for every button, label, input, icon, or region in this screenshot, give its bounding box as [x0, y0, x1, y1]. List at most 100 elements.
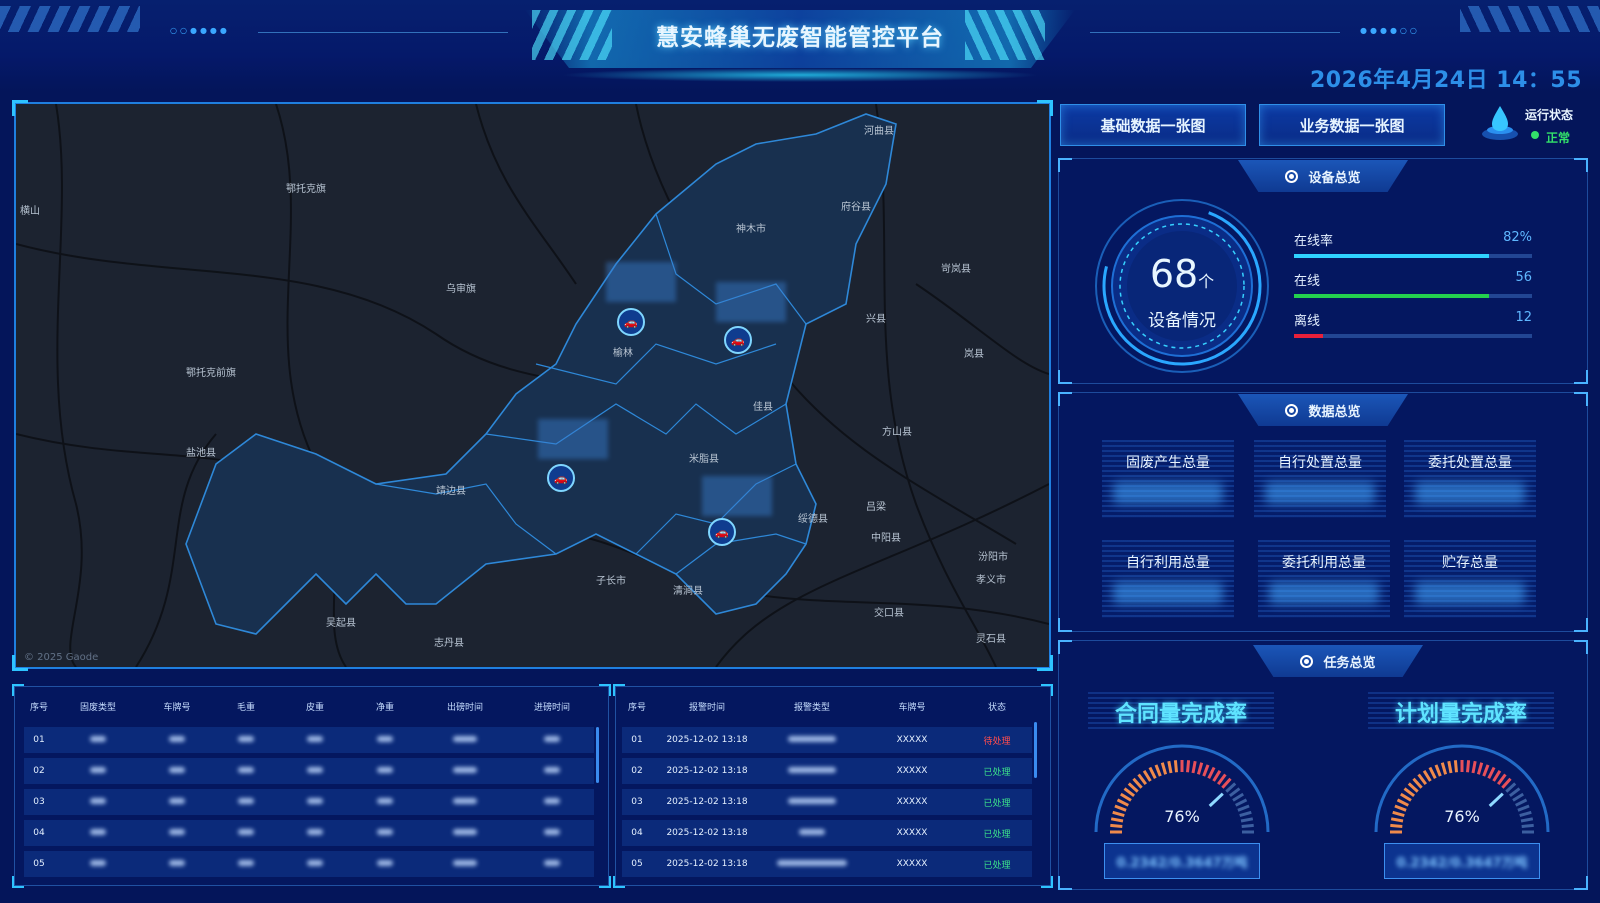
table-cell — [350, 797, 420, 807]
page-title: 慧安蜂巢无废智能管控平台 — [656, 25, 944, 51]
table-cell — [510, 828, 594, 838]
plate-number: XXXXX — [896, 797, 928, 807]
table-row[interactable]: 02 2025-12-02 13:18 XXXXX 已处理 — [622, 758, 1032, 784]
map-label: 横山 — [20, 204, 40, 217]
gauge-tick — [1412, 777, 1423, 789]
tab-device-overview[interactable]: 设备总览 — [1238, 160, 1408, 192]
plate-number: XXXXX — [896, 766, 928, 776]
gauge-tick — [1154, 764, 1162, 777]
map-label: 吕梁 — [866, 500, 886, 513]
column-header[interactable]: 报警时间 — [652, 700, 762, 713]
gauge-tick — [1505, 782, 1517, 793]
table-cell — [280, 735, 350, 745]
column-header[interactable]: 车牌号 — [862, 700, 962, 713]
business-data-map-button[interactable]: 业务数据一张图 — [1259, 104, 1445, 146]
gauge-tick — [1137, 773, 1147, 785]
table-cell — [350, 859, 420, 869]
column-header[interactable]: 进磅时间 — [510, 700, 594, 713]
plan-gauge-value: 76% — [1444, 807, 1480, 826]
data-stat-label: 委托处置总量 — [1428, 455, 1512, 471]
map-label: 清涧县 — [673, 584, 703, 597]
gauge-tick — [1196, 762, 1204, 775]
map-label: 交口县 — [874, 606, 904, 619]
table-cell — [54, 828, 142, 838]
status-badge: 已处理 — [983, 860, 1011, 871]
tab-data-overview-label: 数据总览 — [1308, 404, 1361, 420]
tab-data-overview[interactable]: 数据总览 — [1238, 394, 1408, 426]
table-row[interactable]: 03 2025-12-02 13:18 XXXXX 已处理 — [622, 789, 1032, 815]
data-stat-label: 自行利用总量 — [1126, 555, 1210, 571]
gauge-tick — [1191, 760, 1197, 774]
table-row[interactable]: 04 — [24, 820, 594, 846]
map-label: 绥德县 — [798, 512, 828, 525]
map-panel[interactable]: 鄂托克旗 乌审旗 鄂托克前旗 盐池县 靖边县 横山 子长市 吴起县 志丹县 神木市 府谷县 榆林 佳县米… — [14, 102, 1051, 669]
weighing-table-scrollbar[interactable] — [596, 727, 599, 783]
panel-corner — [599, 876, 611, 888]
gauge-tick — [1114, 804, 1127, 812]
data-stat-label: 贮存总量 — [1442, 555, 1498, 571]
gauge-tick — [1112, 810, 1125, 818]
gauge-tick — [1127, 782, 1139, 793]
map-label: 鄂托克前旗 — [186, 366, 236, 379]
map-label: 神木市 — [736, 222, 766, 235]
map-label: 吴起县 — [326, 617, 356, 629]
table-cell — [420, 797, 510, 807]
column-header[interactable]: 皮重 — [280, 700, 350, 713]
table-row[interactable]: 02 — [24, 758, 594, 784]
map-canvas[interactable]: 鄂托克旗乌审旗鄂托克前旗盐池县靖边县 横山子长市吴起县志丹县 神木市 府谷县榆林佳县米… — [16, 104, 1049, 667]
column-header[interactable]: 序号 — [622, 700, 652, 713]
map-label: 方山县 — [882, 425, 912, 438]
column-header[interactable]: 出磅时间 — [420, 700, 510, 713]
row-number: 04 — [33, 828, 45, 838]
device-stat-value: 12 — [1515, 310, 1532, 325]
column-header[interactable]: 毛重 — [212, 700, 280, 713]
table-cell — [350, 766, 420, 776]
header-stripes-right — [1460, 6, 1600, 32]
gauge-tick — [1221, 777, 1232, 789]
plan-amount: 0.2342/0.3647万吨 — [1396, 855, 1528, 871]
table-row[interactable]: 01 — [24, 727, 594, 753]
car-icon: 🚗 — [554, 472, 568, 485]
column-header[interactable]: 报警类型 — [762, 700, 862, 713]
table-cell — [142, 797, 212, 807]
alarm-table-scrollbar[interactable] — [1034, 722, 1037, 778]
plan-gauge — [1374, 744, 1550, 834]
table-row[interactable]: 01 2025-12-02 13:18 XXXXX 待处理 — [622, 727, 1032, 753]
column-header[interactable]: 固废类型 — [54, 700, 142, 713]
table-cell — [420, 766, 510, 776]
basic-data-map-button[interactable]: 基础数据一张图 — [1060, 104, 1246, 146]
column-header[interactable]: 净重 — [350, 700, 420, 713]
table-cell — [212, 735, 280, 745]
map-attribution: © 2025 Gaode — [24, 652, 98, 663]
gauge-tick — [1132, 777, 1143, 789]
header-glow — [560, 68, 1040, 82]
table-row[interactable]: 04 2025-12-02 13:18 XXXXX 已处理 — [622, 820, 1032, 846]
gauge-tick — [1515, 798, 1528, 807]
status-badge: 已处理 — [983, 798, 1011, 809]
column-header[interactable]: 序号 — [24, 700, 54, 713]
map-corner-br — [1037, 655, 1053, 671]
panel-corner — [1058, 640, 1072, 654]
table-row[interactable]: 05 2025-12-02 13:18 XXXXX 已处理 — [622, 851, 1032, 877]
map-label: 孝义市 — [976, 573, 1006, 586]
gauge-tick — [1508, 787, 1521, 797]
gauge-tick — [1471, 760, 1477, 774]
device-stat-label: 在线率 — [1294, 234, 1334, 249]
header-dots-right: ●●●●○○ — [1360, 26, 1420, 35]
gauge-tick — [1202, 764, 1210, 777]
contract-rate-title: 合同量完成率 — [1088, 692, 1274, 732]
data-stat-value — [1113, 482, 1223, 504]
plan-rate-title: 计划量完成率 — [1368, 692, 1554, 732]
radio-icon — [1300, 654, 1314, 668]
gauge-tick — [1440, 762, 1448, 775]
table-row[interactable]: 05 — [24, 851, 594, 877]
column-header[interactable]: 车牌号 — [142, 700, 212, 713]
device-stat-row: 离线 12 — [1294, 310, 1532, 350]
device-stat-bar-fill — [1294, 334, 1323, 338]
panel-corner — [12, 876, 24, 888]
gauge-tick — [1453, 760, 1458, 773]
tab-task-overview[interactable]: 任务总览 — [1253, 645, 1423, 677]
column-header[interactable]: 状态 — [962, 700, 1032, 713]
gauge-tick — [1120, 792, 1132, 802]
table-row[interactable]: 03 — [24, 789, 594, 815]
